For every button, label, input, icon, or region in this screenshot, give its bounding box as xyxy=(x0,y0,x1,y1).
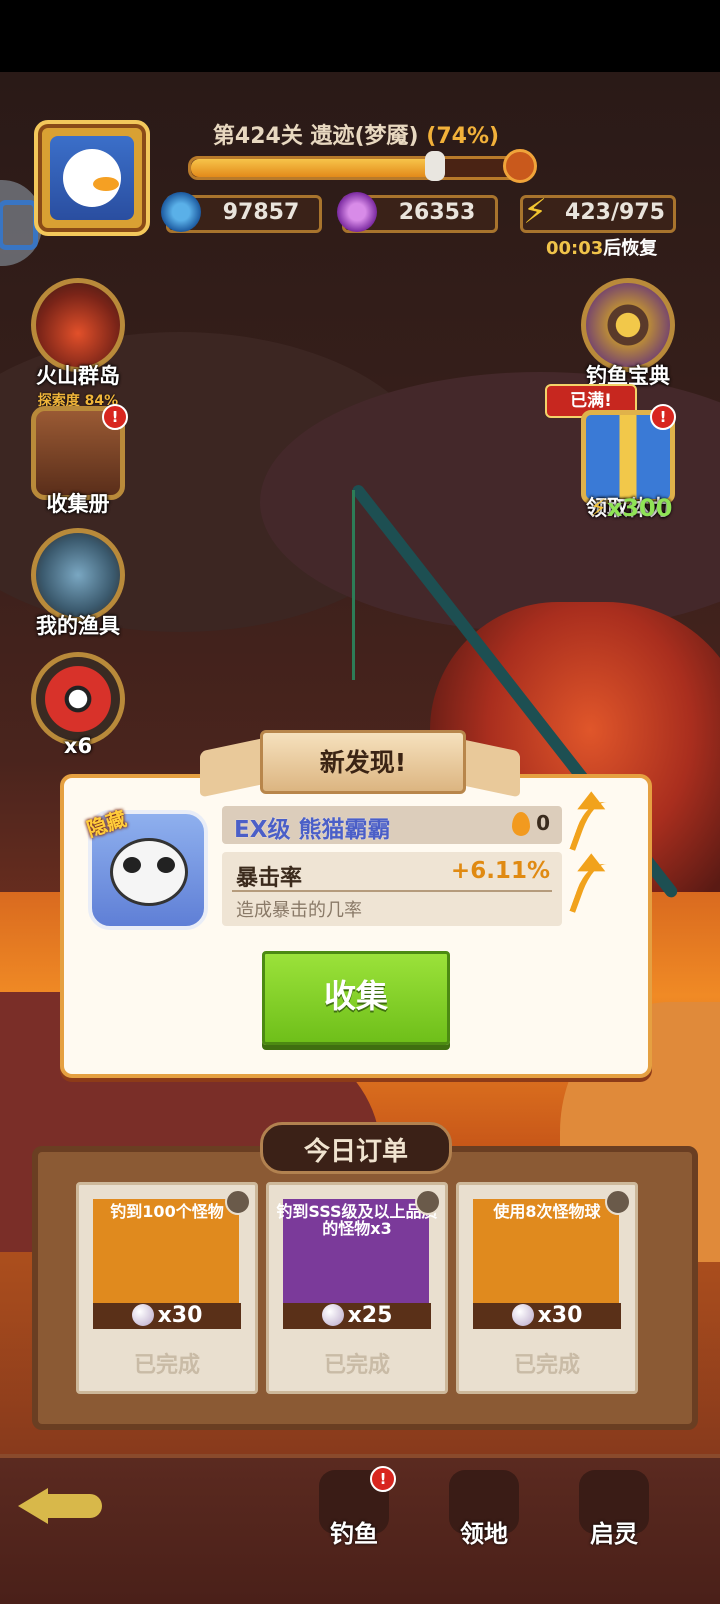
order-status: 已完成 xyxy=(323,1353,390,1378)
collect-button-label: 收集 xyxy=(323,977,388,1015)
coin-counter: 97857 xyxy=(161,192,322,233)
pearl-icon xyxy=(131,1304,154,1326)
monster-name: EX级 熊猫霸霸 xyxy=(234,817,391,843)
popup-title: 新发现! xyxy=(319,748,407,777)
flame-value: 0 xyxy=(536,811,550,835)
duck-icon xyxy=(63,149,121,207)
collect-button[interactable]: 收集 xyxy=(262,951,450,1045)
level-name: 第424关 遗迹(梦魇) xyxy=(212,124,419,149)
avatar-portrait xyxy=(50,136,134,220)
energy-value: 423/975 xyxy=(565,200,665,225)
order-status: 已完成 xyxy=(513,1353,580,1378)
nav-fishing-label: 钓鱼 xyxy=(330,1520,378,1548)
energy-reward-amount: x300 xyxy=(606,494,673,522)
level-progress-bar xyxy=(188,149,537,183)
player-avatar[interactable] xyxy=(34,120,150,236)
level-percent: (74%) xyxy=(426,124,500,149)
level-progress-fill xyxy=(191,159,436,177)
island-label: 火山群岛 xyxy=(36,364,120,388)
lock-icon xyxy=(415,1189,441,1215)
order-reward: x30 xyxy=(93,1303,241,1329)
monster-ball-count: x6 xyxy=(63,734,93,758)
gear-button[interactable]: 我的渔具 xyxy=(30,528,126,640)
lightning-icon: ⚡ xyxy=(590,494,607,522)
album-label: 收集册 xyxy=(46,492,110,516)
order-reward: x30 xyxy=(473,1303,621,1329)
order-card[interactable]: 钓到SSS级及以上品质的怪物x3 x25 已完成 xyxy=(266,1182,448,1394)
lightning-icon: ⚡ xyxy=(523,192,547,232)
stat-box: 暴击率 +6.11% 造成暴击的几率 xyxy=(222,852,562,926)
island-button[interactable]: 火山群岛 探索度 84% xyxy=(30,278,126,410)
back-arrow-button[interactable] xyxy=(18,1474,102,1532)
nav-territory-label: 领地 xyxy=(460,1520,508,1548)
gem-value: 26353 xyxy=(398,200,476,225)
flame-icon xyxy=(512,812,530,836)
crown-icon xyxy=(503,149,537,183)
fishing-line xyxy=(352,490,355,680)
tackle-icon xyxy=(31,528,125,622)
energy-recover-timer: 00:03后恢复 xyxy=(546,234,657,260)
album-button[interactable]: ! 收集册 xyxy=(30,404,128,518)
recover-time: 00:03 xyxy=(546,238,604,259)
nav-spirit-label: 启灵 xyxy=(590,1520,638,1548)
order-card[interactable]: 钓到100个怪物 x30 已完成 xyxy=(76,1182,258,1394)
stat-name: 暴击率 xyxy=(236,866,303,891)
recover-suffix: 后恢复 xyxy=(603,238,658,259)
notification-badge: ! xyxy=(650,404,676,430)
energy-reward: ⚡x300 xyxy=(590,494,672,522)
chat-icon xyxy=(0,200,38,250)
daily-orders-label: 今日订单 xyxy=(303,1137,408,1167)
order-reward: x25 xyxy=(283,1303,431,1329)
monster-ball-icon xyxy=(31,652,125,746)
panda-monster-icon xyxy=(110,838,188,906)
monster-ball-button[interactable]: x6 xyxy=(30,652,126,758)
order-status: 已完成 xyxy=(133,1353,200,1378)
lock-icon xyxy=(225,1189,251,1215)
nav-spirit[interactable]: 启灵 xyxy=(564,1470,664,1549)
stat-value: +6.11% xyxy=(450,858,550,884)
monster-name-bar: EX级 熊猫霸霸 0 xyxy=(222,806,562,844)
daily-orders-title[interactable]: 今日订单 xyxy=(260,1122,452,1174)
coin-value: 97857 xyxy=(222,200,300,225)
order-card[interactable]: 使用8次怪物球 x30 已完成 xyxy=(456,1182,638,1394)
pearl-icon xyxy=(321,1304,344,1326)
volcano-island-icon xyxy=(31,278,125,372)
popup-title-ribbon: 新发现! xyxy=(260,730,466,794)
pearl-icon xyxy=(511,1304,534,1326)
notification-badge: ! xyxy=(102,404,128,430)
gem-counter[interactable]: 26353 xyxy=(337,192,498,233)
lock-icon xyxy=(605,1189,631,1215)
coin-icon xyxy=(161,192,201,232)
order-reward-amount: x30 xyxy=(537,1303,583,1328)
nav-fishing[interactable]: ! 钓鱼 xyxy=(304,1466,404,1549)
energy-counter: ⚡ 423/975 xyxy=(520,192,676,233)
order-reward-amount: x25 xyxy=(347,1303,393,1328)
notification-badge: ! xyxy=(370,1466,396,1492)
eye-emblem-icon xyxy=(581,278,675,372)
stat-divider xyxy=(232,890,552,892)
progress-marker-icon xyxy=(425,151,446,181)
fishing-guide-button[interactable]: 钓鱼宝典 xyxy=(580,278,676,390)
nav-territory[interactable]: 领地 xyxy=(434,1470,534,1549)
gem-icon xyxy=(337,192,377,232)
level-title: 第424关 遗迹(梦魇) (74%) xyxy=(186,118,526,150)
gear-label: 我的渔具 xyxy=(36,614,120,638)
order-reward-amount: x30 xyxy=(157,1303,203,1328)
stat-description: 造成暴击的几率 xyxy=(236,900,362,921)
